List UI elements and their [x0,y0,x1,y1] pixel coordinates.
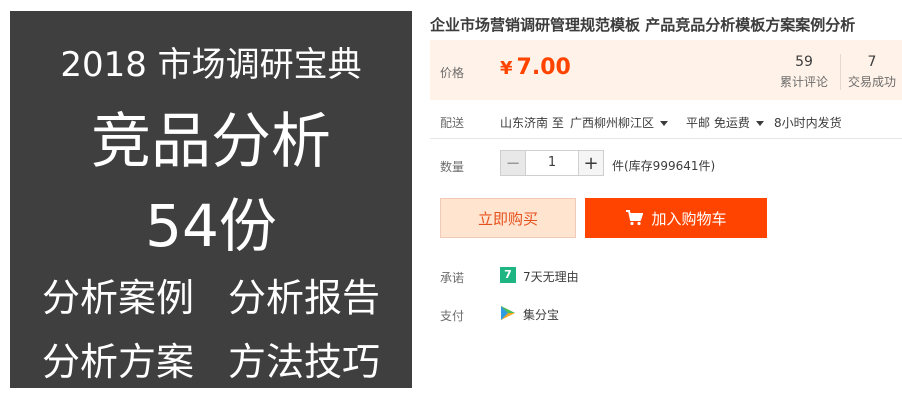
ship-from: 山东济南 至 [500,116,564,130]
add-to-cart-button[interactable]: 加入购物车 [585,198,767,238]
sales-stat: 7 交易成功 [842,53,902,91]
image-row-1: 分析案例 分析报告 [10,267,412,322]
promise-text[interactable]: 7天无理由 [523,268,579,285]
price-value: ¥7.00 [500,55,571,80]
quantity-input[interactable]: 1 [526,150,578,176]
sales-count: 7 [867,54,877,70]
price-panel: 价格 ¥7.00 59 累计评论 7 交易成功 [430,40,902,100]
image-tag: 分析报告 [228,276,381,320]
seven-days-icon: 7 [500,267,516,283]
image-tag: 分析方案 [41,340,194,384]
image-row-2: 分析方案 方法技巧 [10,331,412,386]
ship-method-select[interactable]: 平邮 免运费 [686,114,764,131]
jifenbao-icon [501,306,515,320]
chevron-down-icon [755,121,764,126]
quantity-decrease-button[interactable]: − [500,150,526,176]
stock-info: 件(库存999641件) [612,159,716,173]
price-label: 价格 [440,66,465,80]
payment-method[interactable]: 集分宝 [523,306,559,323]
shopping-cart-icon [626,210,644,226]
buy-now-button[interactable]: 立即购买 [440,198,576,238]
image-headline: 2018 市场调研宝典 [60,45,362,85]
reviews-count: 59 [795,54,813,70]
image-title: 竞品分析 [91,107,331,177]
reviews-label: 累计评论 [779,75,828,89]
chevron-down-icon [660,121,669,126]
image-count: 54份 [145,192,277,260]
ship-method: 平邮 免运费 [686,116,750,130]
add-to-cart-label: 加入购物车 [651,209,727,228]
ship-destination-select[interactable]: 广西柳州柳江区 [570,114,669,131]
reviews-stat[interactable]: 59 累计评论 [772,53,836,91]
shipping-label: 配送 [440,116,465,130]
product-title: 企业市场营销调研管理规范模板 产品竞品分析模板方案案例分析 [430,16,856,34]
price-amount: 7.00 [516,55,571,80]
payment-label: 支付 [440,309,465,323]
stat-divider [840,54,841,90]
image-tag: 分析案例 [41,276,194,320]
currency-symbol: ¥ [500,58,513,79]
sales-label: 交易成功 [847,75,896,89]
divider [430,138,902,139]
product-image[interactable]: 2018 市场调研宝典 竞品分析 54份 分析案例 分析报告 分析方案 方法技巧 [10,11,412,388]
promise-label: 承诺 [440,271,465,285]
quantity-label: 数量 [440,160,465,174]
ship-dispatch-time: 8小时内发货 [774,116,842,130]
quantity-increase-button[interactable]: + [578,150,604,176]
quantity-stepper: − 1 + [500,150,604,176]
image-tag: 方法技巧 [228,340,381,384]
buy-now-label: 立即购买 [477,209,538,228]
ship-destination: 广西柳州柳江区 [570,116,655,130]
